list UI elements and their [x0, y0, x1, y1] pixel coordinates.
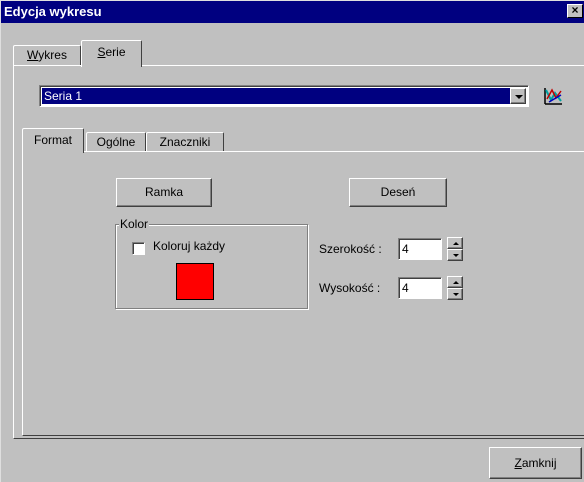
height-input[interactable]: 4 [398, 277, 442, 299]
window-title: Edycja wykresu [4, 4, 102, 19]
tab-znaczniki-label: Znaczniki [159, 135, 211, 149]
width-input[interactable]: 4 [398, 238, 442, 260]
height-label: Wysokość : [319, 281, 381, 295]
arrow-up-icon [453, 242, 459, 245]
frame-button[interactable]: Ramka [116, 178, 212, 207]
chart-icon-graphic [544, 88, 562, 105]
series-dropdown[interactable]: Seria 1 [39, 85, 529, 107]
width-increment-button[interactable] [447, 237, 463, 249]
title-bar[interactable]: Edycja wykresu × [1, 1, 584, 23]
width-decrement-button[interactable] [447, 249, 463, 261]
tab-wykres[interactable]: Wykres [13, 45, 81, 65]
height-value: 4 [402, 281, 409, 295]
tab-znaczniki[interactable]: Znaczniki [146, 132, 224, 153]
color-swatch[interactable] [176, 263, 214, 300]
color-group-label: Kolor [119, 217, 150, 231]
tab-wykres-label: Wykres [27, 48, 67, 62]
tab-serie[interactable]: Serie [81, 40, 142, 67]
arrow-down-icon [453, 293, 459, 296]
arrow-down-icon [453, 254, 459, 257]
height-increment-button[interactable] [447, 276, 463, 288]
chart-icon[interactable] [541, 85, 565, 107]
series-dropdown-value: Seria 1 [42, 88, 510, 104]
tab-format[interactable]: Format [22, 128, 84, 153]
width-label: Szerokość : [319, 242, 382, 256]
color-each-checkbox[interactable] [132, 242, 145, 255]
close-button-label: Zamknij [514, 456, 557, 470]
pattern-button[interactable]: Deseń [349, 178, 447, 207]
width-value: 4 [402, 242, 409, 256]
dropdown-arrow-button[interactable] [510, 88, 526, 104]
tab-serie-label: Serie [97, 45, 126, 59]
height-decrement-button[interactable] [447, 288, 463, 300]
tab-format-label: Format [33, 133, 72, 147]
close-window-button[interactable]: × [567, 4, 583, 18]
tab-ogolne[interactable]: Ogólne [86, 132, 146, 153]
arrow-up-icon [453, 281, 459, 284]
color-each-label[interactable]: Koloruj każdy [153, 238, 225, 254]
close-button[interactable]: Zamknij [489, 447, 582, 479]
chevron-down-icon [515, 95, 523, 99]
width-spinner[interactable] [447, 237, 463, 261]
dialog-window: Edycja wykresu × Wykres Serie Seria 1 Fo… [0, 0, 584, 482]
height-spinner[interactable] [447, 276, 463, 300]
tab-ogolne-label: Ogólne [96, 135, 136, 149]
